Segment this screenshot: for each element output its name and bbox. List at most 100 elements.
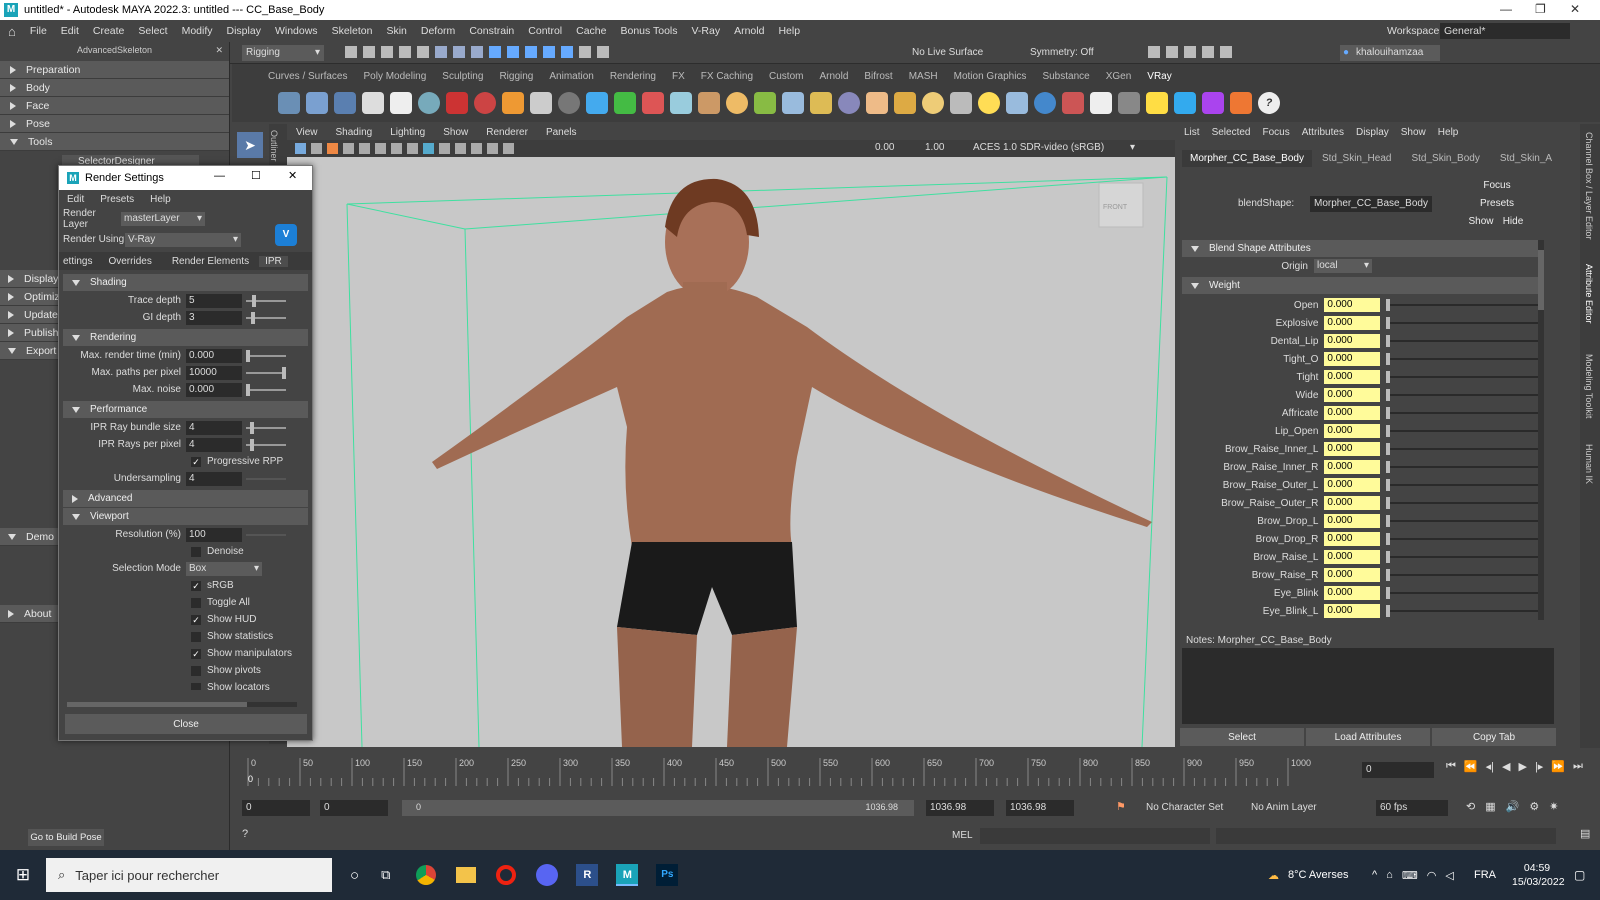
render-settings-hscroll[interactable] (67, 702, 297, 707)
shelf-tab[interactable]: Custom (769, 71, 803, 82)
max-render-time-slider[interactable] (246, 349, 286, 362)
anim-layer-select[interactable]: No Anim Layer (1251, 802, 1317, 813)
ae-menu-show[interactable]: Show (1401, 127, 1426, 138)
vray-flag-icon[interactable] (1062, 92, 1084, 114)
node-tab-active[interactable]: Morpher_CC_Base_Body (1182, 149, 1312, 167)
vray-checker-icon[interactable] (1090, 92, 1112, 114)
character-set-select[interactable]: No Character Set (1146, 802, 1223, 813)
section-blend-shape-attributes[interactable]: Blend Shape Attributes (1182, 240, 1538, 257)
section-rendering[interactable]: Rendering (63, 329, 308, 346)
range-slider[interactable]: 0 1036.98 (402, 800, 914, 816)
max-render-time-field[interactable]: 0.000 (186, 348, 242, 363)
weight-field[interactable]: 0.000 (1324, 460, 1380, 474)
viewport-menu-show[interactable]: Show (443, 127, 468, 138)
max-paths-field[interactable]: 10000 (186, 365, 242, 380)
sound-icon[interactable]: 🔊 (1506, 800, 1520, 813)
weight-slider[interactable] (1385, 569, 1538, 581)
play-back-icon[interactable]: ◀ (1502, 760, 1510, 773)
vray-fur-icon[interactable] (558, 92, 580, 114)
render-settings-icon[interactable] (1202, 46, 1214, 58)
viewport-menu-view[interactable]: View (296, 127, 318, 138)
live-surface-label[interactable]: No Live Surface (912, 47, 983, 58)
show-hidden-icon[interactable]: ^ (1372, 869, 1377, 882)
snap-view-icon[interactable] (543, 46, 555, 58)
time-slider[interactable]: 0 50 100 150 200 250 300 350 400 450 500 550 600 650 7… (236, 752, 1600, 792)
shelf-tab[interactable]: Substance (1042, 71, 1089, 82)
home-icon[interactable]: ⌂ (8, 24, 16, 39)
weight-field[interactable]: 0.000 (1324, 478, 1380, 492)
focus-button[interactable]: Focus (1475, 178, 1519, 192)
weight-slider[interactable] (1385, 389, 1538, 401)
task-view-icon[interactable]: ⧉ (381, 867, 390, 883)
minimize-icon[interactable]: — (1500, 2, 1512, 16)
chrome-icon[interactable] (416, 865, 437, 885)
image-plane-icon[interactable] (343, 143, 354, 154)
ray-bundle-slider[interactable] (246, 421, 286, 434)
file-explorer-icon[interactable] (456, 867, 477, 883)
weight-slider[interactable] (1385, 497, 1538, 509)
shelf-tab[interactable]: Animation (549, 71, 593, 82)
max-noise-field[interactable]: 0.000 (186, 382, 242, 397)
weight-field[interactable]: 0.000 (1324, 424, 1380, 438)
ray-bundle-field[interactable]: 4 (186, 420, 242, 435)
section-update[interactable]: Update (0, 306, 58, 324)
range-end-field[interactable]: 1036.98 (926, 800, 994, 816)
vray-cloud-icon[interactable] (1174, 92, 1196, 114)
playback-options-icon[interactable]: ▦ (1485, 800, 1495, 813)
weight-field[interactable]: 0.000 (1324, 370, 1380, 384)
select-tool-icon[interactable]: ➤ (237, 132, 263, 158)
section-publish[interactable]: Publish (0, 324, 58, 342)
go-to-build-pose-button-main[interactable]: Go to Build Pose (28, 829, 104, 846)
weight-field[interactable]: 0.000 (1324, 442, 1380, 456)
tab-overrides[interactable]: Overrides (98, 256, 161, 267)
menu-edit[interactable]: Edit (61, 25, 79, 37)
hide-button[interactable]: Hide (1498, 214, 1528, 228)
go-to-end-icon[interactable]: ⏭ (1573, 760, 1583, 773)
vray-plane-icon[interactable] (894, 92, 916, 114)
vray-bulb-icon[interactable] (1146, 92, 1168, 114)
range-handle-start[interactable]: 0 (416, 802, 421, 812)
shadows-icon[interactable] (471, 143, 482, 154)
menu-create[interactable]: Create (93, 25, 125, 37)
section-advanced[interactable]: Advanced (63, 490, 308, 507)
open-scene-icon[interactable] (363, 46, 375, 58)
weight-field[interactable]: 0.000 (1324, 532, 1380, 546)
render-using-select[interactable]: V-Ray ▾ (125, 232, 241, 247)
snap-curve-icon[interactable] (507, 46, 519, 58)
ae-menu-attributes[interactable]: Attributes (1302, 127, 1344, 138)
reallusion-icon[interactable]: R (576, 864, 599, 886)
menu-display[interactable]: Display (227, 25, 261, 37)
vray-scatter-icon[interactable] (614, 92, 636, 114)
vray-sphere-light-icon[interactable] (334, 92, 356, 114)
camera-icon[interactable] (295, 143, 306, 154)
ae-menu-selected[interactable]: Selected (1212, 127, 1251, 138)
gamma-field[interactable]: 1.00 (925, 142, 944, 153)
vray-ies-light-icon[interactable] (390, 92, 412, 114)
trace-depth-slider[interactable] (246, 294, 286, 307)
tab-render-elements[interactable]: Render Elements (162, 256, 259, 267)
weight-slider[interactable] (1385, 587, 1538, 599)
symmetry-label[interactable]: Symmetry: Off (1030, 47, 1094, 58)
shelf-tab[interactable]: Arnold (819, 71, 848, 82)
vray-dome-light-icon[interactable] (418, 92, 440, 114)
maximize-icon[interactable]: ☐ (251, 169, 261, 182)
undo-icon[interactable] (399, 46, 411, 58)
section-performance[interactable]: Performance (63, 401, 308, 418)
vray-vision-icon[interactable] (1202, 92, 1224, 114)
hypershade-icon[interactable] (1220, 46, 1232, 58)
weight-slider[interactable] (1385, 533, 1538, 545)
select-object-icon[interactable] (453, 46, 465, 58)
menu-windows[interactable]: Windows (275, 25, 318, 37)
vray-mesh-light-icon[interactable] (362, 92, 384, 114)
weight-slider[interactable] (1385, 443, 1538, 455)
wireframe-icon[interactable] (407, 143, 418, 154)
range-handle-end[interactable]: 1036.98 (865, 802, 898, 812)
section-viewport[interactable]: Viewport (63, 508, 308, 525)
render-frame-icon[interactable] (597, 46, 609, 58)
vray-dome-icon[interactable] (866, 92, 888, 114)
wifi-icon[interactable]: ◠ (1427, 869, 1437, 882)
menu-skin[interactable]: Skin (386, 25, 406, 37)
isolate-icon[interactable] (487, 143, 498, 154)
vray-water-icon[interactable] (586, 92, 608, 114)
shelf-tab[interactable]: XGen (1106, 71, 1132, 82)
